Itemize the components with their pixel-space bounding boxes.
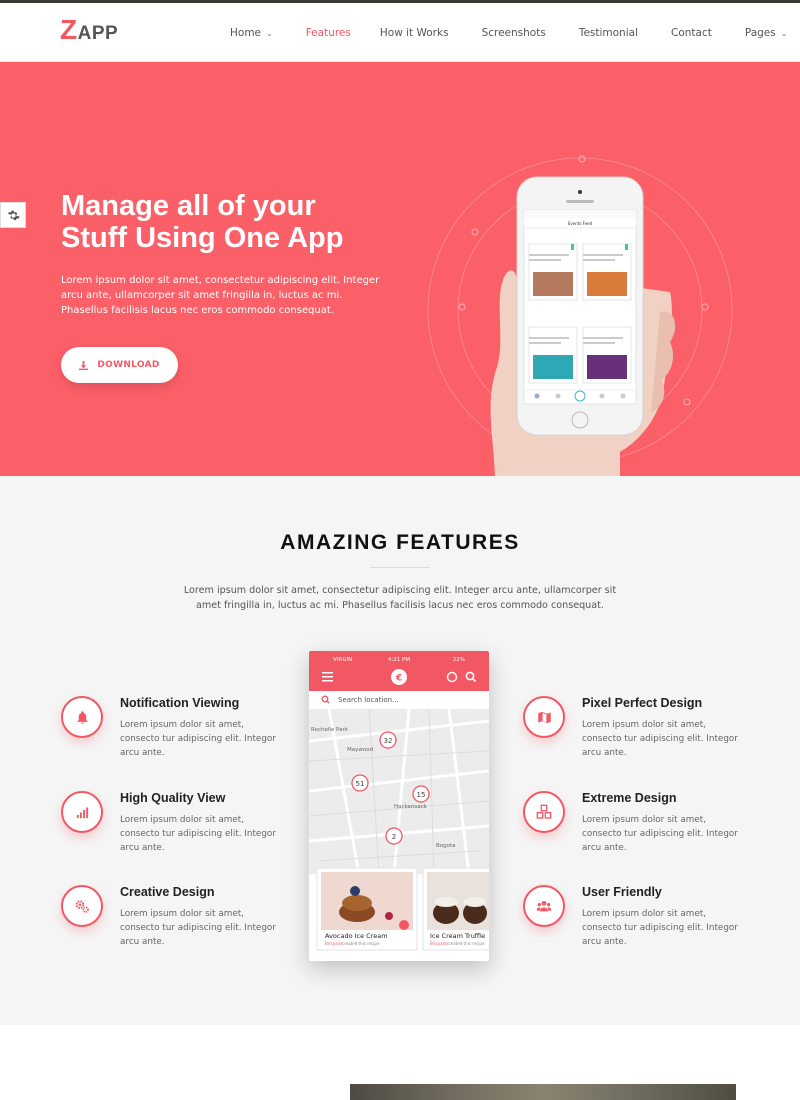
chevron-down-icon: ⌄: [266, 29, 273, 38]
bell-icon: [77, 710, 87, 724]
gear-icon: [7, 210, 20, 220]
map-label: Rochelle Park: [311, 727, 349, 733]
status-battery: 22%: [453, 657, 465, 663]
gears-icon: [75, 900, 89, 913]
users-icon: [536, 901, 552, 912]
site-header: ZAPP Home ⌄ Features How it Works Screenshot…: [0, 3, 800, 62]
nav-item-pages[interactable]: Pages ⌄: [745, 27, 788, 39]
app-logo-icon: €: [391, 669, 407, 685]
recipe-card-title: Avocado Ice Cream: [325, 932, 388, 940]
nav-item-how-it-works[interactable]: How it Works: [380, 27, 449, 39]
hamburger-icon[interactable]: [322, 672, 333, 682]
phone-events-header: Events Feed: [568, 221, 593, 226]
svg-text:32: 32: [384, 737, 393, 745]
heading-divider: [370, 567, 430, 568]
download-button[interactable]: DOWNLOAD: [61, 347, 178, 383]
svg-text:15: 15: [417, 791, 426, 799]
nav-item-home[interactable]: Home ⌄: [230, 27, 273, 39]
map-icon: [537, 711, 551, 723]
svg-text:2: 2: [392, 833, 396, 841]
recipe-card-author[interactable]: Bricyann: [325, 941, 343, 946]
nav-item-features[interactable]: Features: [306, 27, 351, 39]
recipe-card-title: Ice Cream Truffle: [430, 932, 485, 940]
features-lead: Lorem ipsum dolor sit amet, consectetur …: [183, 585, 617, 611]
next-section: [0, 1025, 800, 1100]
app-map-mockup: VIRGIN 4:21 PM 22% € Search location... …: [309, 651, 489, 961]
location-search-input[interactable]: Search location...: [338, 696, 399, 704]
main-nav: Home ⌄ Features How it Works Screenshots Test…: [230, 27, 787, 39]
recipe-card-subtitle: created this recipe: [447, 941, 485, 946]
nav-item-contact[interactable]: Contact: [671, 27, 712, 39]
map-pin[interactable]: 15: [412, 785, 430, 803]
feature-icon-circle: [523, 696, 565, 738]
features-section: AMAZING FEATURES Lorem ipsum dolor sit a…: [0, 476, 800, 1025]
section-image: [350, 1084, 736, 1100]
map-pin[interactable]: 2: [385, 827, 403, 845]
chevron-down-icon: ⌄: [780, 29, 788, 38]
feature-icon-circle: [61, 885, 103, 927]
recipe-card-subtitle: created this recipe: [342, 941, 380, 946]
feature-icon-circle: [523, 791, 565, 833]
map-pin[interactable]: 51: [351, 774, 369, 792]
status-carrier: VIRGIN: [333, 657, 352, 663]
recipe-card[interactable]: Ice Cream Truffle Bricyann created this …: [422, 867, 489, 951]
feature-icon-circle: [61, 696, 103, 738]
status-time: 4:21 PM: [388, 657, 410, 663]
feature-icon-circle: [61, 791, 103, 833]
download-icon: [79, 360, 89, 370]
nav-item-testimonial[interactable]: Testimonial: [579, 27, 638, 39]
signal-bars-icon: [76, 807, 88, 818]
hero-section: Manage all of your Stuff Using One App L…: [0, 62, 800, 476]
logo[interactable]: ZAPP: [60, 16, 118, 45]
svg-text:51: 51: [356, 780, 365, 788]
svg-text:€: €: [395, 674, 402, 684]
cubes-icon: [536, 804, 552, 819]
hero-description: Lorem ipsum dolor sit amet, consectetur …: [61, 275, 380, 316]
recipe-card-author[interactable]: Bricyann: [430, 941, 448, 946]
map-label: Maywood: [347, 747, 373, 753]
map-screen: VIRGIN 4:21 PM 22% € Search location... …: [309, 651, 489, 951]
hero-phone-illustration: Events Feed: [427, 155, 733, 476]
map-pin[interactable]: 32: [379, 731, 397, 749]
nav-item-screenshots[interactable]: Screenshots: [482, 27, 546, 39]
settings-toggle-button[interactable]: [0, 202, 26, 228]
hero-title: Manage all of your Stuff Using One App: [61, 190, 344, 254]
features-heading: AMAZING FEATURES: [280, 531, 520, 554]
map-label: Hackensack: [394, 804, 428, 810]
map-label: Bogota: [436, 843, 456, 849]
feature-icon-circle: [523, 885, 565, 927]
recipe-card[interactable]: Avocado Ice Cream Bricyann created this …: [316, 867, 418, 951]
